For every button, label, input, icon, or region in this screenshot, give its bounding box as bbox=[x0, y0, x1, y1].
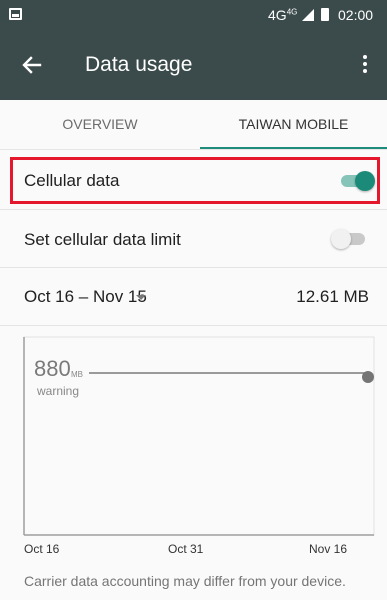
status-bar: 4G4G 02:00 bbox=[0, 0, 387, 30]
toggle-thumb bbox=[331, 229, 351, 249]
screen: 4G4G 02:00 Data usage OVERVIEW TAIWAN MO… bbox=[0, 0, 387, 600]
signal-icon bbox=[302, 9, 314, 21]
network-type: 4G4G bbox=[268, 7, 298, 23]
x-tick-start: Oct 16 bbox=[24, 542, 60, 556]
tab-bar: OVERVIEW TAIWAN MOBILE bbox=[0, 100, 387, 150]
tab-taiwan-mobile[interactable]: TAIWAN MOBILE bbox=[200, 100, 387, 150]
warning-handle[interactable] bbox=[362, 371, 374, 383]
status-time: 02:00 bbox=[338, 7, 374, 23]
gallery-notification-icon bbox=[9, 8, 22, 20]
data-limit-label: Set cellular data limit bbox=[24, 230, 181, 249]
highlight-box bbox=[10, 157, 380, 204]
network-badge: 4G bbox=[286, 7, 298, 17]
cycle-row: Oct 16 – Nov 15 12.61 MB bbox=[0, 268, 387, 326]
selected-tab-indicator bbox=[200, 147, 387, 149]
x-tick-mid: Oct 31 bbox=[168, 542, 204, 556]
warning-value[interactable]: 880 bbox=[34, 356, 71, 382]
data-limit-toggle[interactable] bbox=[331, 229, 367, 249]
cycle-usage: 12.61 MB bbox=[296, 287, 369, 306]
chart-frame bbox=[23, 336, 375, 536]
battery-icon bbox=[321, 8, 329, 21]
data-limit-row[interactable]: Set cellular data limit bbox=[0, 210, 387, 268]
warning-unit: MB bbox=[71, 370, 83, 379]
dropdown-arrow-icon[interactable] bbox=[136, 295, 146, 300]
app-bar: Data usage bbox=[0, 30, 387, 100]
warning-label: warning bbox=[37, 384, 80, 398]
usage-chart: 880 MB warning Oct 16 Oct 31 Nov 16 bbox=[0, 326, 387, 566]
x-tick-end: Nov 16 bbox=[309, 542, 348, 556]
cycle-range-dropdown[interactable]: Oct 16 – Nov 15 bbox=[24, 287, 147, 307]
page-title: Data usage bbox=[85, 53, 193, 76]
tab-overview[interactable]: OVERVIEW bbox=[0, 100, 200, 150]
overflow-menu-icon[interactable] bbox=[360, 52, 370, 78]
back-arrow-icon[interactable] bbox=[18, 51, 46, 79]
footer-note: Carrier data accounting may differ from … bbox=[24, 573, 346, 589]
